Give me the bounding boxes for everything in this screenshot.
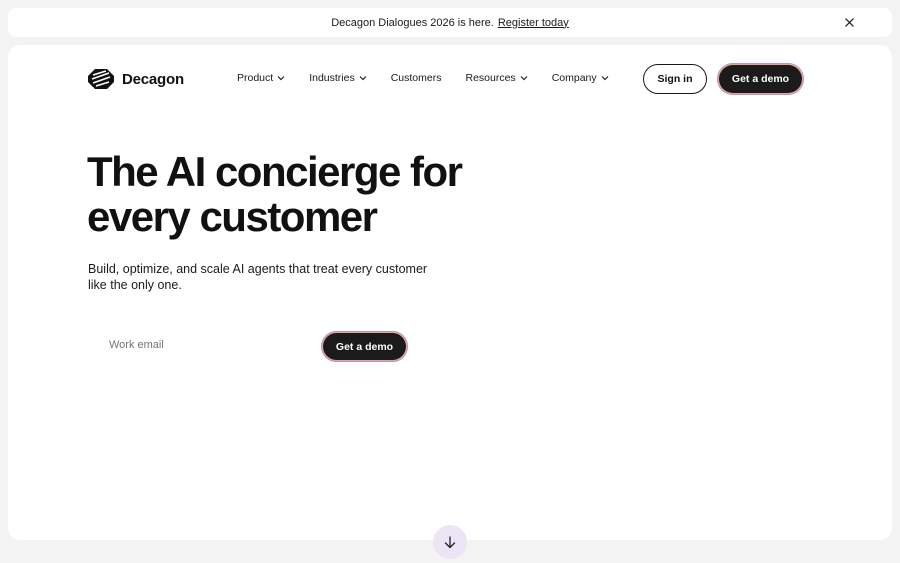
announcement-text: Decagon Dialogues 2026 is here. [331, 16, 494, 29]
chevron-down-icon [601, 76, 609, 81]
register-link[interactable]: Register today [498, 17, 569, 29]
chevron-down-icon [277, 76, 285, 81]
nav-item-label: Resources [465, 72, 516, 84]
header-get-demo-button[interactable]: Get a demo [719, 65, 802, 93]
scroll-down-button[interactable] [433, 525, 467, 559]
subtitle-line-2: like the only one. [88, 278, 182, 292]
brand-name: Decagon [122, 70, 184, 88]
headline-line-1: The AI concierge for [87, 148, 463, 195]
nav-item-label: Product [237, 72, 274, 84]
main-panel: Decagon Product Industries Customers Res… [8, 45, 892, 540]
nav-item-customers[interactable]: Customers [391, 72, 442, 84]
nav-item-product[interactable]: Product [237, 72, 285, 84]
nav-item-label: Customers [390, 72, 442, 84]
announcement-bar: Decagon Dialogues 2026 is here. Register… [8, 8, 892, 37]
subtitle-line-1: Build, optimize, and scale AI agents tha… [88, 262, 428, 276]
work-email-input[interactable] [109, 339, 289, 351]
hero-get-demo-button[interactable]: Get a demo [323, 333, 406, 360]
brand-logo[interactable]: Decagon [87, 68, 184, 90]
close-icon[interactable] [842, 15, 856, 29]
decagon-logo-icon [88, 69, 114, 89]
arrow-down-icon [444, 535, 456, 548]
hero-headline: The AI concierge for every customer [87, 149, 547, 239]
nav-item-resources[interactable]: Resources [465, 72, 528, 84]
chevron-down-icon [520, 76, 528, 81]
nav-item-industries[interactable]: Industries [309, 72, 367, 84]
sign-in-button[interactable]: Sign in [643, 64, 707, 94]
main-nav: Product Industries Customers Resources C… [237, 72, 609, 84]
hero-subtitle: Build, optimize, and scale AI agents tha… [88, 261, 448, 293]
nav-item-label: Industries [309, 72, 355, 84]
chevron-down-icon [359, 76, 367, 81]
headline-line-2: every customer [87, 193, 378, 240]
nav-item-company[interactable]: Company [552, 72, 609, 84]
nav-item-label: Company [551, 72, 597, 84]
